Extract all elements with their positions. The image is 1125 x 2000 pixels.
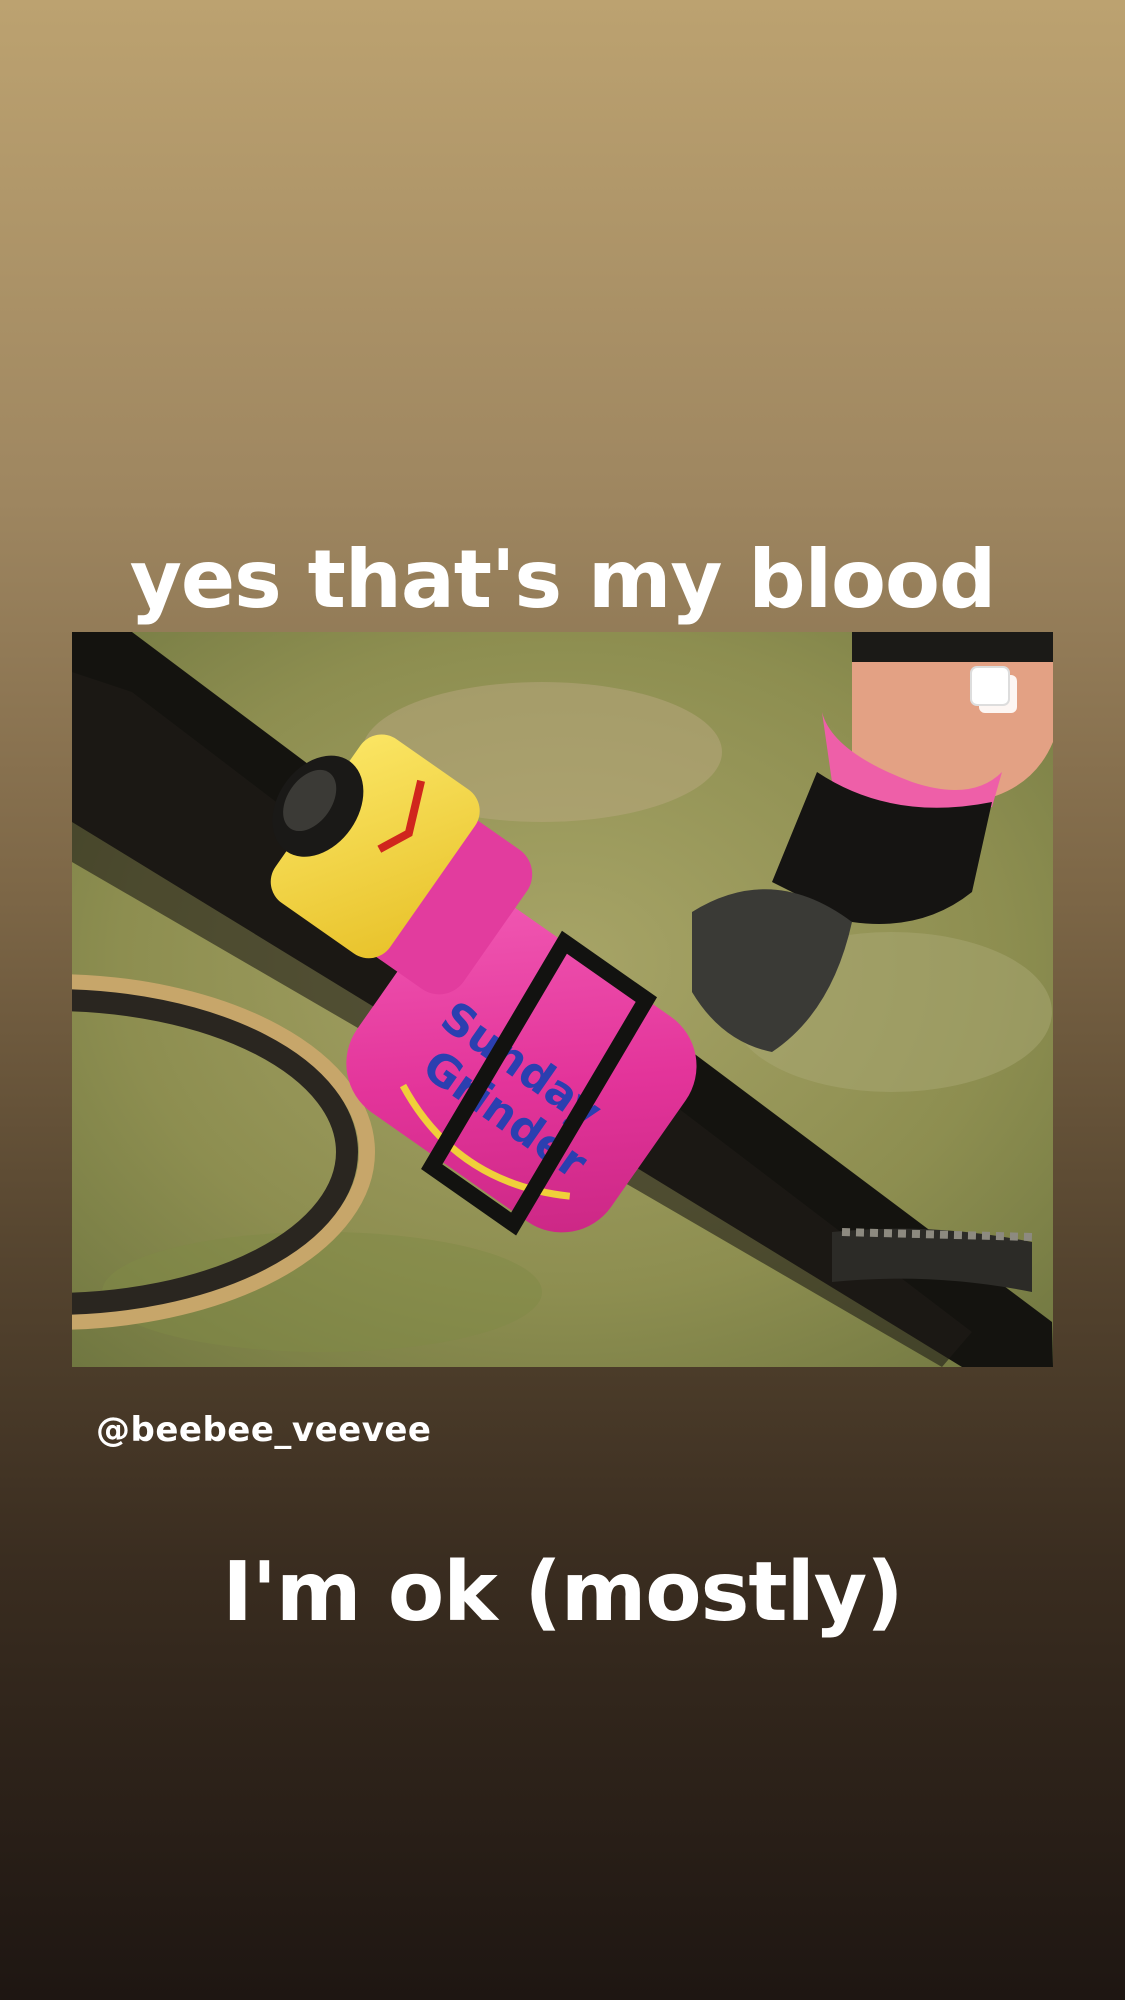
bottle-photo: Sunday Grinder xyxy=(72,632,1053,1367)
mention-tag[interactable]: @beebee_veevee xyxy=(96,1410,431,1450)
story-caption-bottom: I'm ok (mostly) xyxy=(222,1545,903,1640)
story-caption-top: yes that's my blood xyxy=(129,533,997,626)
shared-post-image[interactable]: Sunday Grinder xyxy=(72,632,1053,1367)
